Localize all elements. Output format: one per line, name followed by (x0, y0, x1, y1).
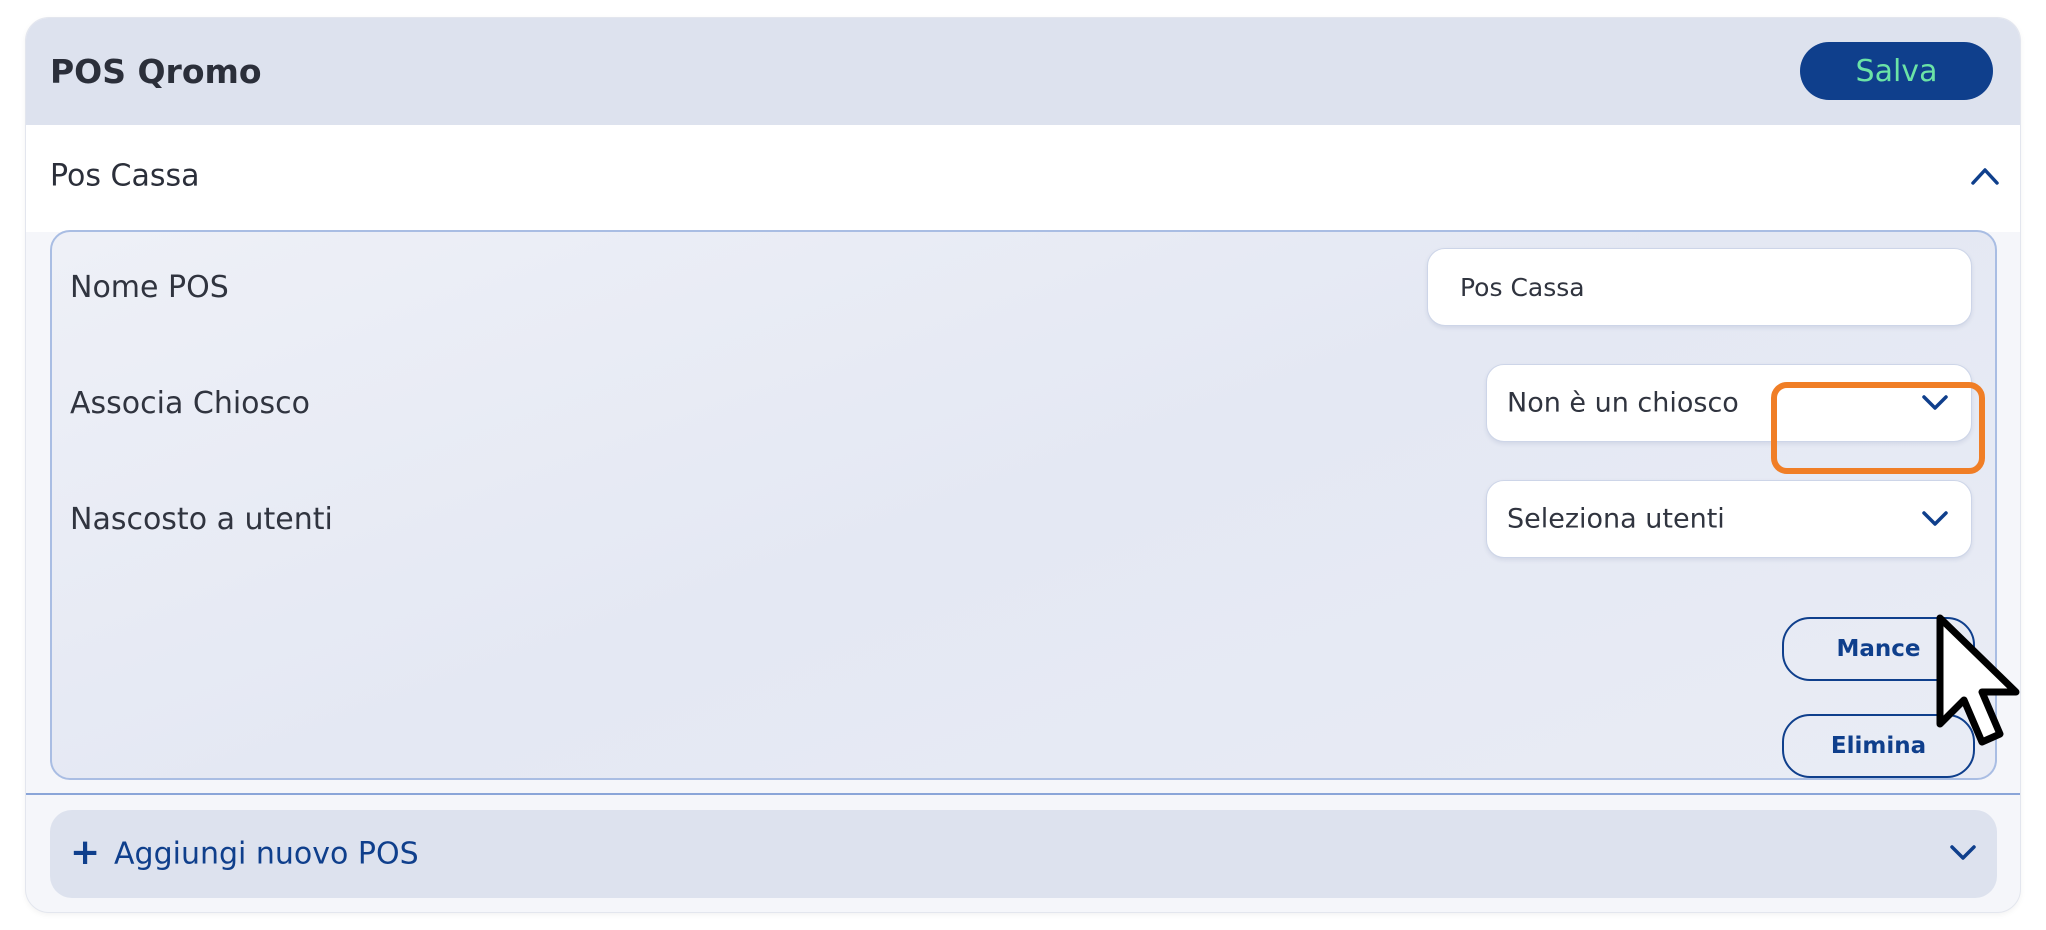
hidden-users-select[interactable]: Seleziona utenti (1486, 480, 1972, 558)
pos-settings-panel: Nome POS Pos Cassa Associa Chiosco Non è… (50, 230, 1997, 780)
add-pos-label: Aggiungi nuovo POS (114, 836, 419, 872)
divider (26, 793, 2020, 795)
pos-section-header[interactable]: Pos Cassa (26, 125, 2020, 232)
pos-card: POS Qromo Salva Pos Cassa Nome POS Pos C… (25, 17, 2021, 913)
mouse-cursor-icon (1936, 614, 2020, 746)
kiosk-label: Associa Chiosco (70, 386, 311, 421)
pos-name-label: Nome POS (70, 270, 229, 305)
tips-button-highlight (1771, 382, 1985, 474)
chevron-down-icon[interactable] (1949, 843, 1977, 863)
chevron-down-icon (1922, 511, 1948, 526)
add-pos-bar[interactable]: + Aggiungi nuovo POS (50, 810, 1997, 898)
plus-icon: + (70, 832, 101, 873)
card-header: POS Qromo Salva (26, 18, 2020, 125)
pos-section-title: Pos Cassa (50, 158, 200, 194)
hidden-users-label: Nascosto a utenti (70, 502, 333, 537)
chevron-up-icon[interactable] (1970, 165, 2000, 187)
kiosk-select-value: Non è un chiosco (1507, 387, 1739, 419)
page-title: POS Qromo (50, 52, 262, 91)
pos-name-input[interactable]: Pos Cassa (1427, 248, 1972, 326)
save-button[interactable]: Salva (1800, 42, 1993, 100)
hidden-users-select-value: Seleziona utenti (1507, 503, 1725, 535)
